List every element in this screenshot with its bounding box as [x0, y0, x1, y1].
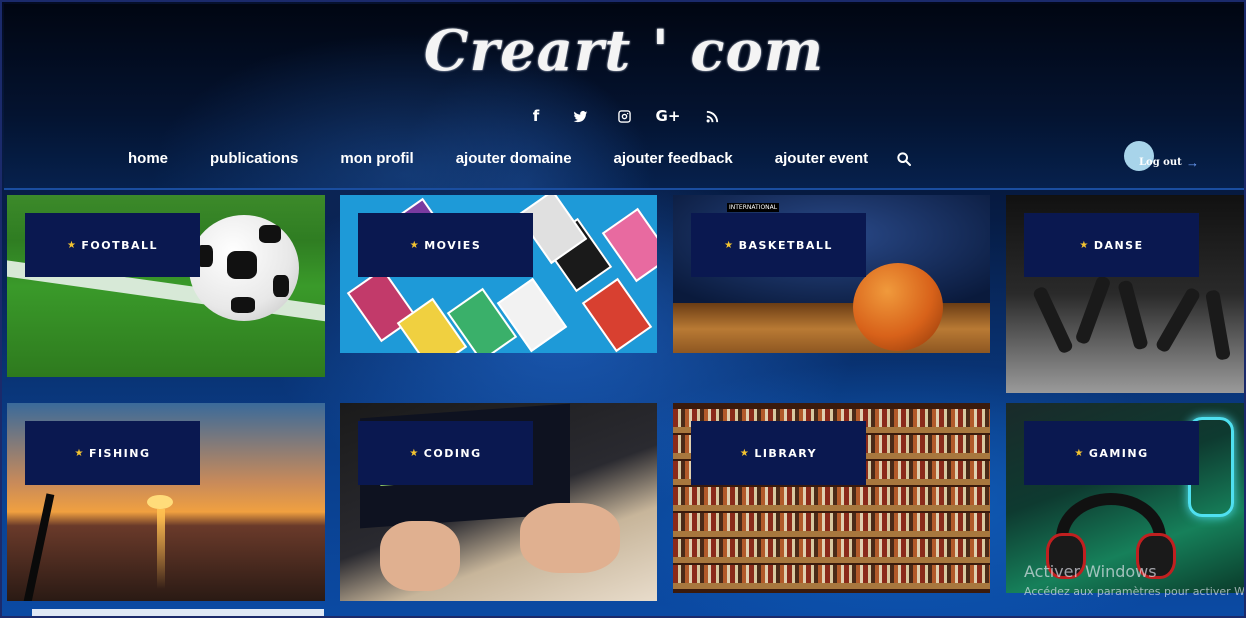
tile-title: FOOTBALL — [81, 238, 159, 252]
watermark-subtitle: Accédez aux paramètres pour activer Wi — [1024, 585, 1246, 598]
tile-title: CODING — [423, 446, 482, 460]
instagram-icon[interactable] — [602, 104, 646, 128]
tile-label: ★ LIBRARY — [691, 421, 866, 485]
twitter-icon[interactable] — [558, 104, 602, 128]
category-tile-fishing[interactable]: ★ FISHING — [7, 403, 325, 601]
star-icon: ★ — [724, 239, 735, 251]
tile-label: ★ FOOTBALL — [25, 213, 200, 277]
page-frame: Creart ' com f G+ home publications mon … — [0, 0, 1246, 618]
tile-label: ★ CODING — [358, 421, 533, 485]
logout-button[interactable]: Log out → — [1124, 140, 1214, 174]
star-icon: ★ — [409, 447, 420, 459]
tile-title: BASKETBALL — [738, 238, 833, 252]
international-badge: INTERNATIONAL — [727, 203, 780, 212]
watermark-title: Activer Windows — [1024, 562, 1157, 581]
nav-home[interactable]: home — [128, 150, 168, 167]
category-tile-coding[interactable]: ★ CODING — [340, 403, 657, 601]
tile-title: LIBRARY — [754, 446, 818, 460]
star-icon: ★ — [409, 239, 421, 251]
star-icon: ★ — [66, 239, 78, 251]
google-plus-icon[interactable]: G+ — [646, 104, 690, 128]
category-tile-library[interactable]: ★ LIBRARY — [673, 403, 990, 593]
nav-ajouter-event[interactable]: ajouter event — [775, 150, 868, 167]
category-tile-basketball[interactable]: INTERNATIONAL ★ BASKETBALL — [673, 195, 990, 353]
category-tile-football[interactable]: ★ FOOTBALL — [7, 195, 325, 377]
tile-label: ★ DANSE — [1024, 213, 1199, 277]
nav-mon-profil[interactable]: mon profil — [340, 150, 413, 167]
site-logo[interactable]: Creart ' com — [4, 18, 1244, 84]
tile-label: ★ BASKETBALL — [691, 213, 866, 277]
site-header: Creart ' com f G+ home publications mon … — [4, 4, 1244, 190]
main-nav: home publications mon profil ajouter dom… — [128, 150, 912, 167]
nav-publications[interactable]: publications — [210, 150, 298, 167]
logout-label: Log out — [1139, 157, 1182, 168]
search-icon[interactable] — [896, 151, 912, 167]
category-tile-danse[interactable]: ★ DANSE — [1006, 195, 1244, 393]
facebook-icon[interactable]: f — [514, 104, 558, 128]
star-icon: ★ — [1074, 447, 1085, 459]
nav-ajouter-domaine[interactable]: ajouter domaine — [456, 150, 572, 167]
tile-title: GAMING — [1088, 446, 1149, 460]
star-icon: ★ — [1079, 239, 1090, 251]
tile-title: FISHING — [88, 446, 151, 460]
social-links: f G+ — [4, 104, 1244, 128]
nav-ajouter-feedback[interactable]: ajouter feedback — [614, 150, 733, 167]
tile-label: ★ FISHING — [25, 421, 200, 485]
category-tile-movies[interactable]: ★ MOVIES — [340, 195, 657, 353]
tile-label: ★ GAMING — [1024, 421, 1199, 485]
arrow-right-icon: → — [1186, 155, 1199, 170]
next-row-tile-edge — [32, 609, 324, 616]
tile-label: ★ MOVIES — [358, 213, 533, 277]
windows-activation-watermark: Activer Windows Accédez aux paramètres p… — [1024, 562, 1246, 598]
star-icon: ★ — [739, 447, 751, 459]
tile-title: MOVIES — [424, 238, 482, 252]
rss-icon[interactable] — [690, 104, 734, 128]
star-icon: ★ — [74, 447, 85, 459]
tile-title: DANSE — [1093, 238, 1144, 252]
